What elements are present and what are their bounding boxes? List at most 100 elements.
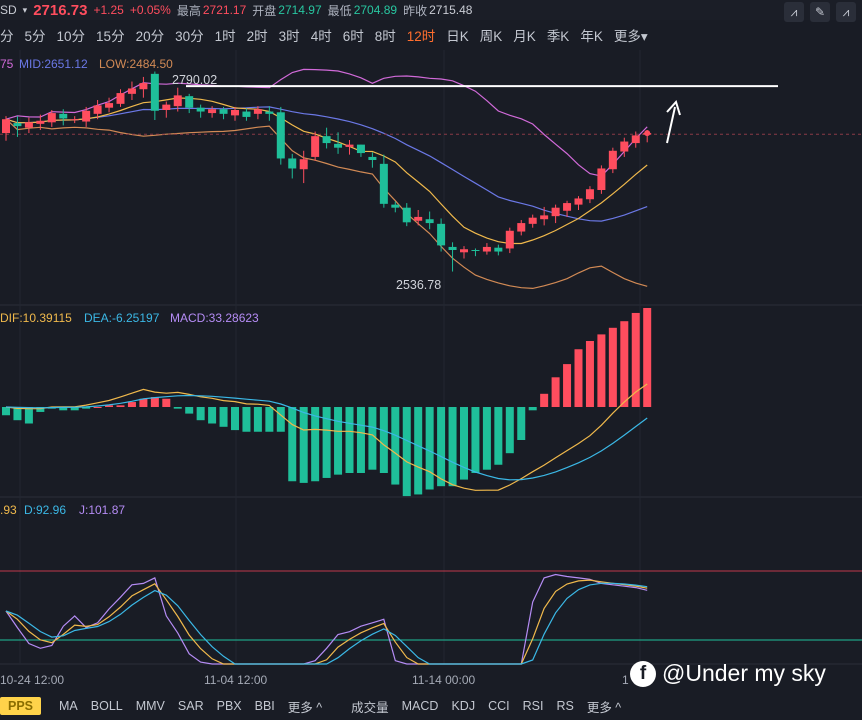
macd-histogram-bar	[173, 407, 182, 409]
macd-histogram-bar	[253, 407, 262, 432]
candle-body	[494, 247, 503, 252]
sub-indicator-tab[interactable]: 更多 ^	[587, 697, 621, 716]
macd-histogram-bar	[2, 407, 10, 416]
macd-histogram-bar	[185, 407, 194, 414]
main-indicator-tab[interactable]: MA	[59, 699, 78, 713]
macd-histogram-bar	[116, 405, 125, 407]
grid-lines	[0, 50, 862, 665]
candle-body	[505, 230, 514, 249]
candle-body	[2, 119, 10, 134]
candle-body	[414, 216, 423, 221]
sub-indicator-tab[interactable]: KDJ	[451, 699, 475, 713]
macd-histogram-bar	[127, 402, 136, 407]
candle-body	[185, 96, 194, 108]
candle-body	[24, 122, 33, 128]
macd-histogram-bar	[242, 407, 251, 432]
candle-body	[162, 104, 171, 110]
candle-body	[219, 109, 228, 114]
kdj-d-line	[5, 582, 648, 665]
boll-up-label: 75	[0, 57, 14, 71]
candle-body	[540, 215, 549, 220]
candle-body	[402, 207, 411, 223]
candle-body	[105, 103, 114, 108]
macd-histogram-bar	[150, 397, 159, 407]
sub-indicator-tab[interactable]: 成交量	[351, 697, 389, 716]
candle-body	[253, 109, 262, 114]
macd-histogram-bar	[334, 407, 343, 475]
chart-canvas[interactable]: 2790.02 2536.78 75 MID:2651.12 LOW:2484.50 D…	[0, 0, 862, 694]
candle-body	[585, 189, 594, 200]
main-indicator-tab[interactable]: 更多 ^	[288, 697, 322, 716]
macd-histogram-bar	[219, 407, 228, 427]
macd-histogram-bar	[574, 349, 583, 407]
candle-body	[127, 88, 136, 94]
macd-histogram-bar	[356, 407, 365, 473]
candle-body	[150, 73, 159, 111]
macd-histogram-bar	[162, 398, 171, 407]
time-axis-label: 1	[622, 673, 629, 687]
candle-body	[36, 120, 45, 124]
candle-body	[517, 223, 526, 232]
macd-histogram-bar	[631, 312, 640, 407]
candle-body	[482, 246, 491, 252]
macd-histogram-bar	[643, 308, 652, 407]
candle-body	[322, 136, 331, 144]
kdj-k-label: .93	[0, 503, 17, 517]
candle-body	[173, 95, 182, 107]
low-mark-label: 2536.78	[396, 278, 441, 292]
macd-histogram-bar	[494, 407, 503, 465]
macd-histogram-bar	[551, 377, 560, 407]
candle-body	[288, 158, 297, 169]
macd-value-label: MACD:33.28623	[170, 311, 259, 325]
time-axis-label: 11-04 12:00	[204, 673, 267, 687]
main-indicator-tab[interactable]: BOLL	[91, 699, 123, 713]
macd-histogram-bar	[425, 407, 434, 490]
main-indicator-tab[interactable]: PBX	[217, 699, 242, 713]
main-indicator-tab[interactable]: BBI	[255, 699, 275, 713]
macd-dea-label: DEA:-6.25197	[84, 311, 160, 325]
time-axis-label: 10-24 12:00	[0, 673, 64, 687]
candle-body	[276, 112, 285, 159]
candle-body	[368, 156, 377, 160]
macd-dif-label: DIF:10.39115	[0, 311, 72, 325]
candle-body	[208, 109, 217, 114]
candle-body	[82, 110, 91, 122]
main-indicator-tab[interactable]: MMV	[136, 699, 165, 713]
main-indicator-tab[interactable]: SAR	[178, 699, 204, 713]
kdj-j-line	[5, 573, 648, 665]
macd-histogram-bar	[208, 407, 217, 424]
ma-line	[5, 97, 648, 245]
macd-pane: DIF:10.39115 DEA:-6.25197 MACD:33.28623	[0, 308, 652, 497]
macd-histogram-bar	[311, 407, 320, 482]
main-indicator-tab[interactable]: PPS	[0, 697, 42, 715]
macd-histogram-bar	[482, 407, 491, 470]
kdj-pane: .93 D:92.96 J:101.87	[0, 503, 862, 665]
candle-body	[47, 113, 56, 123]
macd-histogram-bar	[402, 407, 411, 497]
candle-body	[13, 123, 22, 127]
candle-body	[196, 107, 205, 112]
candle-body	[299, 159, 308, 170]
trading-app: SD ▾ 2716.73 +1.25 +0.05% 最高 2721.17 开盘 …	[0, 0, 862, 720]
watermark-text: @Under my sky	[662, 660, 826, 686]
candle-body	[597, 168, 606, 190]
macd-histogram-bar	[379, 407, 388, 473]
candle-body	[425, 219, 434, 224]
sub-indicator-tab[interactable]: CCI	[488, 699, 510, 713]
sub-indicator-tab[interactable]: MACD	[402, 699, 439, 713]
candle-body	[528, 217, 537, 224]
candle-body	[345, 144, 354, 147]
high-mark-label: 2790.02	[172, 73, 217, 87]
candle-body	[139, 83, 148, 90]
candle-body	[574, 198, 583, 205]
sub-indicator-tab[interactable]: RSI	[523, 699, 544, 713]
indicator-tabs: PPS MA BOLL MMV SAR PBX BBI 更多 ^ 成交量 MACD KDJ CCI RS…	[0, 694, 862, 718]
macd-histogram-bar	[414, 407, 423, 495]
macd-histogram-bar	[231, 407, 239, 431]
macd-histogram-bar	[471, 407, 480, 473]
candle-body	[471, 250, 480, 251]
sub-indicator-tab[interactable]: RS	[556, 699, 573, 713]
watermark: f @Under my sky	[630, 660, 826, 687]
candle-body	[551, 207, 560, 217]
candle-body	[311, 136, 320, 157]
